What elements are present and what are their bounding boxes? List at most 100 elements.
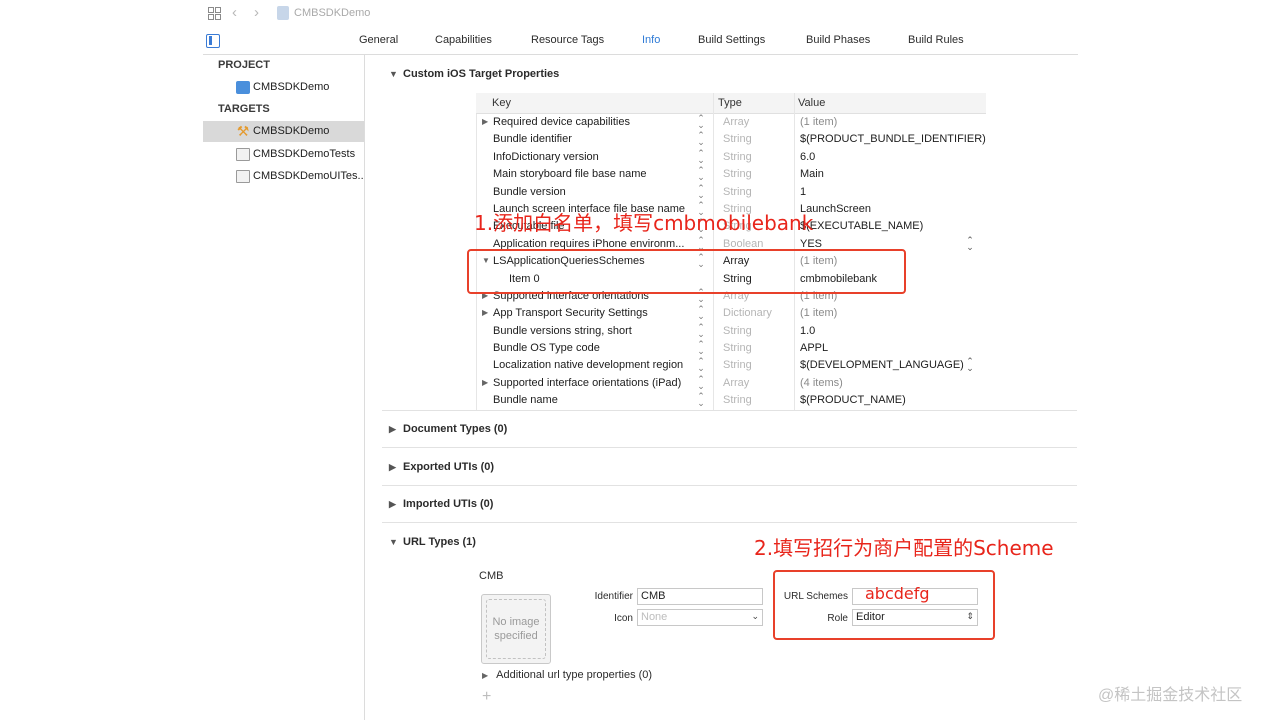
tab-build-phases[interactable]: Build Phases bbox=[806, 34, 870, 46]
key-stepper-icon[interactable]: ⌃ ⌄ bbox=[697, 183, 705, 199]
row-type[interactable]: Array bbox=[723, 116, 749, 128]
watermark: @稀土掘金技术社区 bbox=[1098, 687, 1243, 704]
disclosure-closed-icon: ▶ bbox=[389, 424, 396, 434]
table-row[interactable]: InfoDictionary version ⌃ ⌄ String 6.0 bbox=[476, 148, 986, 166]
add-url-type-plus-icon[interactable]: + bbox=[482, 688, 491, 706]
table-row[interactable]: Bundle name ⌃ ⌄ String $(PRODUCT_NAME) bbox=[476, 392, 986, 409]
url-type-name: CMB bbox=[479, 570, 504, 582]
sidebar-item-target-uitests[interactable]: CMBSDKDemoUITes... bbox=[203, 166, 364, 187]
row-type[interactable]: Boolean bbox=[723, 238, 763, 250]
disclosure-closed-icon[interactable]: ▶ bbox=[482, 117, 488, 126]
key-stepper-icon[interactable]: ⌃ ⌄ bbox=[697, 374, 705, 390]
column-key[interactable]: Key bbox=[492, 97, 511, 109]
key-stepper-icon[interactable]: ⌃ ⌄ bbox=[697, 322, 705, 338]
key-stepper-icon[interactable]: ⌃ ⌄ bbox=[697, 392, 705, 408]
row-key[interactable]: Bundle identifier bbox=[493, 133, 693, 145]
disclosure-closed-icon[interactable]: ▶ bbox=[482, 308, 488, 317]
row-type[interactable]: String bbox=[723, 359, 752, 371]
table-row[interactable]: ▶ App Transport Security Settings ⌃ ⌄ Dictio… bbox=[476, 305, 986, 322]
row-value[interactable]: 1 bbox=[800, 186, 806, 198]
value-stepper-icon[interactable]: ⌃ ⌄ bbox=[966, 235, 974, 251]
row-value[interactable]: $(PRODUCT_BUNDLE_IDENTIFIER) bbox=[800, 133, 986, 145]
row-value[interactable]: (4 items) bbox=[800, 377, 843, 389]
row-type[interactable]: String bbox=[723, 394, 752, 406]
key-stepper-icon[interactable]: ⌃ ⌄ bbox=[697, 340, 705, 356]
table-row[interactable]: ▶ Supported interface orientations (iPad)… bbox=[476, 374, 986, 392]
grid-icon[interactable] bbox=[208, 7, 221, 20]
row-key[interactable]: Localization native development region bbox=[493, 359, 693, 371]
disclosure-closed-icon[interactable]: ▶ bbox=[482, 378, 488, 387]
table-row[interactable]: Bundle version ⌃ ⌄ String 1 bbox=[476, 183, 986, 201]
row-type[interactable]: String bbox=[723, 342, 752, 354]
section-url-types[interactable]: ▼ URL Types (1) bbox=[389, 536, 476, 548]
column-type[interactable]: Type bbox=[718, 97, 742, 109]
row-key[interactable]: Bundle versions string, short bbox=[493, 325, 693, 337]
section-document-types[interactable]: ▶ Document Types (0) bbox=[389, 423, 507, 435]
tab-build-settings[interactable]: Build Settings bbox=[698, 34, 765, 46]
value-stepper-icon[interactable]: ⌃ ⌄ bbox=[966, 357, 974, 373]
key-stepper-icon[interactable]: ⌃ ⌄ bbox=[697, 148, 705, 164]
key-stepper-icon[interactable]: ⌃ ⌄ bbox=[697, 357, 705, 373]
annotation-box-url-scheme bbox=[773, 570, 995, 640]
row-key[interactable]: Bundle version bbox=[493, 186, 693, 198]
section-imported-utis[interactable]: ▶ Imported UTIs (0) bbox=[389, 498, 493, 510]
row-key[interactable]: Bundle OS Type code bbox=[493, 342, 693, 354]
row-key[interactable]: Application requires iPhone environm... bbox=[493, 238, 693, 250]
sidebar-item-project[interactable]: CMBSDKDemo bbox=[203, 77, 364, 98]
tab-info[interactable]: Info bbox=[642, 34, 660, 46]
sidebar-item-target-tests[interactable]: CMBSDKDemoTests bbox=[203, 144, 364, 165]
row-value[interactable]: Main bbox=[800, 168, 824, 180]
key-stepper-icon[interactable]: ⌃ ⌄ bbox=[697, 305, 705, 321]
table-row[interactable]: Bundle OS Type code ⌃ ⌄ String APPL bbox=[476, 340, 986, 357]
sidebar-toggle-icon[interactable] bbox=[206, 34, 220, 48]
forward-chevron-icon[interactable]: › bbox=[254, 5, 259, 20]
row-value[interactable]: APPL bbox=[800, 342, 828, 354]
icon-select[interactable]: None ⌄ bbox=[637, 609, 763, 626]
breadcrumb[interactable]: CMBSDKDemo bbox=[294, 7, 370, 19]
row-type[interactable]: String bbox=[723, 133, 752, 145]
top-toolbar: ‹ › CMBSDKDemo bbox=[203, 0, 1078, 28]
column-value[interactable]: Value bbox=[798, 97, 825, 109]
table-row[interactable]: Localization native development region ⌃ ⌄… bbox=[476, 357, 986, 374]
table-row[interactable]: Main storyboard file base name ⌃ ⌄ String Ma… bbox=[476, 166, 986, 183]
row-type[interactable]: String bbox=[723, 186, 752, 198]
url-type-image-well[interactable]: No image specified bbox=[481, 594, 551, 664]
tab-general[interactable]: General bbox=[359, 34, 398, 46]
identifier-field[interactable]: CMB bbox=[637, 588, 763, 605]
row-type[interactable]: Array bbox=[723, 377, 749, 389]
row-key[interactable]: Supported interface orientations (iPad) bbox=[493, 377, 693, 389]
row-value[interactable]: $(DEVELOPMENT_LANGUAGE) bbox=[800, 359, 964, 371]
row-value[interactable]: (1 item) bbox=[800, 307, 837, 319]
tab-build-rules[interactable]: Build Rules bbox=[908, 34, 964, 46]
row-key[interactable]: InfoDictionary version bbox=[493, 151, 693, 163]
section-exported-utis[interactable]: ▶ Exported UTIs (0) bbox=[389, 461, 494, 473]
row-type[interactable]: Dictionary bbox=[723, 307, 772, 319]
table-row[interactable]: Bundle versions string, short ⌃ ⌄ String 1.0 bbox=[476, 322, 986, 340]
row-value[interactable]: $(PRODUCT_NAME) bbox=[800, 394, 906, 406]
row-type[interactable]: String bbox=[723, 168, 752, 180]
row-type[interactable]: String bbox=[723, 151, 752, 163]
row-value[interactable]: $(EXECUTABLE_NAME) bbox=[800, 220, 923, 232]
identifier-label: Identifier bbox=[594, 591, 633, 602]
back-chevron-icon[interactable]: ‹ bbox=[232, 5, 237, 20]
tab-resource-tags[interactable]: Resource Tags bbox=[531, 34, 604, 46]
row-key[interactable]: Required device capabilities bbox=[493, 116, 693, 128]
tab-capabilities[interactable]: Capabilities bbox=[435, 34, 492, 46]
key-stepper-icon[interactable]: ⌃ ⌄ bbox=[697, 131, 705, 147]
row-key[interactable]: Bundle name bbox=[493, 394, 693, 406]
key-stepper-icon[interactable]: ⌃ ⌄ bbox=[697, 114, 705, 130]
row-value[interactable]: YES bbox=[800, 238, 822, 250]
additional-properties-toggle[interactable]: ▶ Additional url type properties (0) bbox=[482, 669, 652, 681]
row-value[interactable]: 6.0 bbox=[800, 151, 815, 163]
row-type[interactable]: String bbox=[723, 325, 752, 337]
row-key[interactable]: App Transport Security Settings bbox=[493, 307, 693, 319]
key-stepper-icon[interactable]: ⌃ ⌄ bbox=[697, 166, 705, 182]
row-value[interactable]: (1 item) bbox=[800, 116, 837, 128]
table-row[interactable]: Bundle identifier ⌃ ⌄ String $(PRODUCT_BUNDL… bbox=[476, 131, 986, 148]
row-value[interactable]: 1.0 bbox=[800, 325, 815, 337]
section-custom-properties[interactable]: ▼ Custom iOS Target Properties bbox=[389, 68, 559, 80]
project-icon bbox=[236, 81, 250, 94]
row-key[interactable]: Main storyboard file base name bbox=[493, 168, 693, 180]
sidebar-item-target-app[interactable]: ⚒ CMBSDKDemo bbox=[203, 121, 364, 142]
table-row[interactable]: ▶ Required device capabilities ⌃ ⌄ Array (1 i… bbox=[476, 114, 986, 131]
